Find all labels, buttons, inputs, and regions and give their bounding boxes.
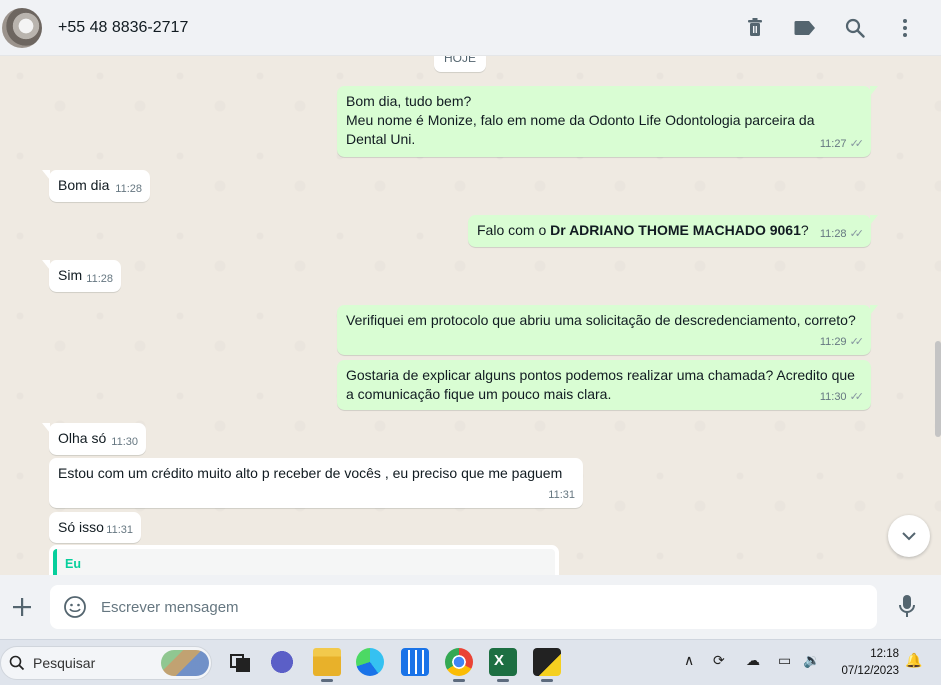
message-meta: 11:31 xyxy=(106,524,133,536)
delete-icon xyxy=(748,18,762,36)
message-list[interactable]: HOJE Bom dia, tudo bem? Meu nome é Moniz… xyxy=(0,56,941,575)
sticky-notes-icon[interactable] xyxy=(533,648,561,682)
message-text: Estou com um crédito muito alto p recebe… xyxy=(58,465,563,481)
voice-message-button[interactable] xyxy=(895,594,919,620)
calendar-icon[interactable] xyxy=(401,648,429,676)
compose-bar xyxy=(0,575,941,639)
message-text: Bom dia xyxy=(58,177,110,193)
search-label: Pesquisar xyxy=(33,655,96,671)
system-clock[interactable]: 12:18 07/12/2023 xyxy=(841,646,899,680)
message-meta: 11:27 ✓✓ xyxy=(820,135,865,154)
volume-icon[interactable]: 🔉 xyxy=(803,652,820,669)
message-outgoing[interactable]: Bom dia, tudo bem? Meu nome é Monize, fa… xyxy=(337,86,878,157)
contact-avatar[interactable] xyxy=(2,7,42,48)
search-icon xyxy=(9,655,25,671)
contact-name[interactable]: +55 48 8836-2717 xyxy=(58,19,188,37)
plus-icon xyxy=(13,598,31,616)
message-text: Verifiquei em protocolo que abriu uma so… xyxy=(346,312,856,328)
message-outgoing[interactable]: Falo com o Dr ADRIANO THOME MACHADO 9061… xyxy=(468,215,878,247)
taskbar-search[interactable]: Pesquisar xyxy=(0,646,212,680)
message-meta: 11:30 ✓✓ xyxy=(820,388,865,407)
date-chip: HOJE xyxy=(434,56,486,72)
search-button[interactable] xyxy=(839,12,871,44)
message-input[interactable] xyxy=(101,598,801,616)
double-check-icon: ✓✓ xyxy=(849,228,865,240)
chevron-up-icon[interactable]: ∧ xyxy=(684,652,694,669)
sync-icon[interactable]: ⟳ xyxy=(713,652,725,669)
message-incoming[interactable]: Bom dia 11:28 xyxy=(42,170,150,202)
menu-button[interactable] xyxy=(889,12,921,44)
edge-browser-icon[interactable] xyxy=(356,648,384,676)
message-meta: 11:28 xyxy=(86,273,113,285)
clock-date: 07/12/2023 xyxy=(841,665,899,677)
cloud-offline-icon[interactable]: ☁ xyxy=(746,652,760,669)
double-check-icon: ✓✓ xyxy=(849,391,865,403)
windows-taskbar: Pesquisar X ∧ ⟳ ☁ ▭ 🔉 12:18 07/12/2023 🔔 xyxy=(0,639,941,685)
scrollbar[interactable] xyxy=(935,341,941,437)
chevron-down-icon xyxy=(902,532,916,541)
search-icon xyxy=(845,18,865,38)
emoji-icon[interactable] xyxy=(63,595,87,619)
teams-chat-icon[interactable] xyxy=(268,648,296,676)
message-incoming[interactable]: Olha só 11:30 xyxy=(42,423,146,455)
double-check-icon: ✓✓ xyxy=(849,138,865,150)
message-outgoing[interactable]: Gostaria de explicar alguns pontos podem… xyxy=(337,360,871,410)
attach-button[interactable] xyxy=(8,593,36,621)
message-meta: 11:30 xyxy=(111,436,138,448)
message-text: Gostaria de explicar alguns pontos podem… xyxy=(346,367,855,402)
message-text: Bom dia, tudo bem? Meu nome é Monize, fa… xyxy=(346,93,815,147)
scroll-to-bottom-button[interactable] xyxy=(888,515,930,557)
quoted-message[interactable]: Eu xyxy=(49,545,559,575)
excel-icon[interactable]: X xyxy=(489,648,517,682)
message-meta: 11:28 xyxy=(115,183,142,195)
network-icon[interactable]: ▭ xyxy=(778,652,791,669)
message-text: Só isso xyxy=(58,519,104,535)
message-text: Falo com o Dr ADRIANO THOME MACHADO 9061… xyxy=(477,222,809,238)
message-text: Olha só xyxy=(58,430,107,446)
file-explorer-icon[interactable] xyxy=(313,648,341,682)
label-icon xyxy=(794,21,815,35)
clock-time: 12:18 xyxy=(870,648,899,660)
label-button[interactable] xyxy=(789,12,821,44)
task-view-icon[interactable] xyxy=(226,648,254,676)
chat-header: +55 48 8836-2717 xyxy=(0,0,941,56)
message-input-box xyxy=(50,585,877,629)
message-meta: 11:31 xyxy=(548,489,575,501)
search-highlight-image xyxy=(161,650,209,676)
menu-icon xyxy=(903,19,907,37)
message-meta: 11:28 ✓✓ xyxy=(820,225,865,244)
quoted-author: Eu xyxy=(53,549,555,575)
message-text: Sim xyxy=(58,267,83,283)
double-check-icon: ✓✓ xyxy=(849,336,865,348)
delete-button[interactable] xyxy=(739,12,771,44)
microphone-icon xyxy=(899,595,915,617)
message-meta: 11:29 ✓✓ xyxy=(820,333,865,352)
chrome-browser-icon[interactable] xyxy=(445,648,473,682)
message-outgoing[interactable]: Verifiquei em protocolo que abriu uma so… xyxy=(337,305,878,355)
message-incoming[interactable]: Só isso 11:31 xyxy=(49,512,141,543)
message-incoming[interactable]: Sim 11:28 xyxy=(42,260,121,292)
message-incoming[interactable]: Estou com um crédito muito alto p recebe… xyxy=(49,458,583,508)
notification-bell-icon[interactable]: 🔔 xyxy=(905,652,922,669)
header-actions xyxy=(739,12,921,44)
